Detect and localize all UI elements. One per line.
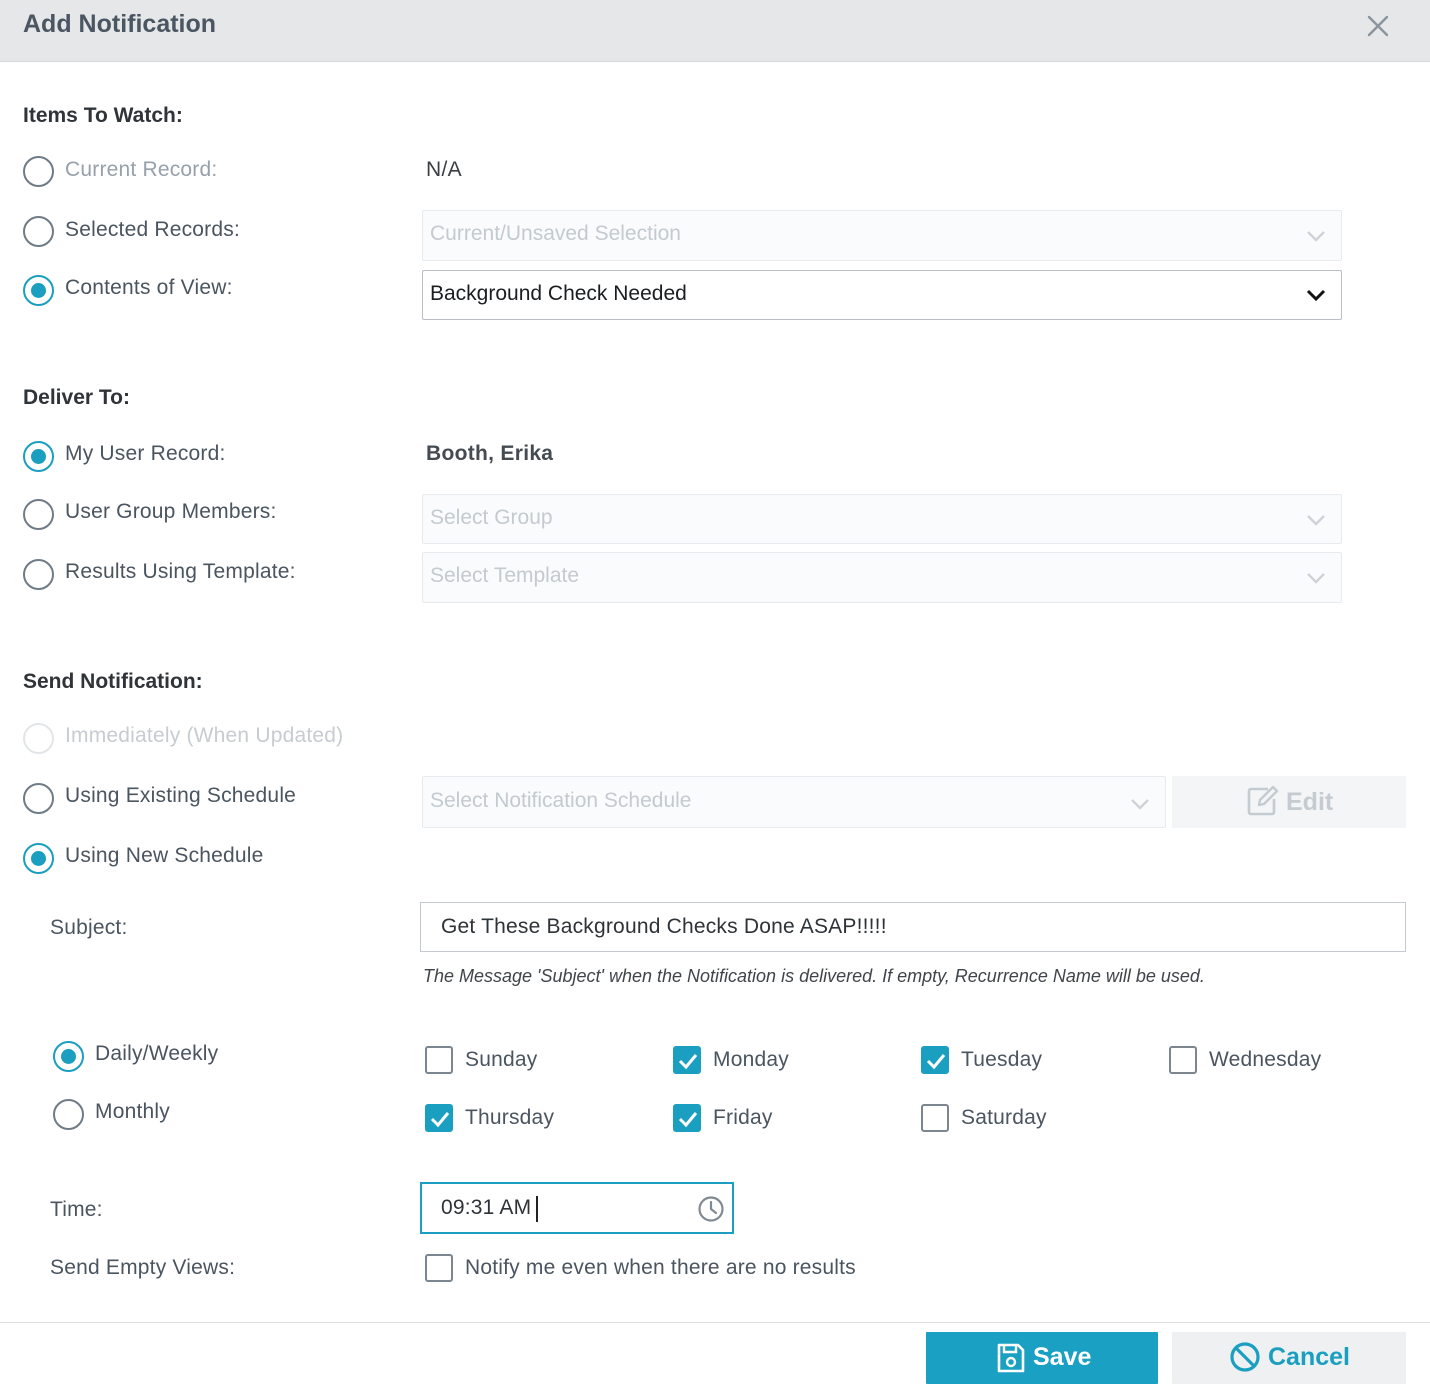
saturday-label: Saturday [961, 1106, 1047, 1129]
checkmark-icon [678, 1112, 698, 1128]
immediately-label: Immediately (When Updated) [65, 724, 344, 747]
selected-records-placeholder: Current/Unsaved Selection [430, 222, 681, 245]
chevron-down-icon [1307, 515, 1325, 526]
notify-empty-label: Notify me even when there are no results [465, 1256, 856, 1279]
template-placeholder: Select Template [430, 564, 580, 587]
notification-schedule-select[interactable]: Select Notification Schedule [422, 776, 1166, 828]
save-button[interactable]: Save [926, 1332, 1158, 1384]
edit-label: Edit [1286, 788, 1334, 816]
chevron-down-icon [1307, 231, 1325, 242]
monday-label: Monday [713, 1048, 789, 1071]
current-record-label: Current Record: [65, 158, 218, 181]
monday-checkbox[interactable] [673, 1046, 701, 1074]
items-to-watch-title: Items To Watch: [23, 104, 183, 127]
subject-input[interactable]: Get These Background Checks Done ASAP!!!… [420, 902, 1406, 952]
contents-of-view-radio[interactable] [23, 275, 54, 306]
selected-records-radio[interactable] [23, 216, 54, 247]
thursday-label: Thursday [465, 1106, 555, 1129]
sunday-checkbox[interactable] [425, 1046, 453, 1074]
my-user-record-radio[interactable] [23, 441, 54, 472]
wednesday-label: Wednesday [1209, 1048, 1322, 1071]
saturday-checkbox[interactable] [921, 1104, 949, 1132]
dialog-header: Add Notification [0, 0, 1430, 62]
send-empty-views-label: Send Empty Views: [50, 1256, 236, 1279]
results-using-template-radio[interactable] [23, 559, 54, 590]
user-group-members-radio[interactable] [23, 499, 54, 530]
my-user-record-label: My User Record: [65, 442, 226, 465]
checkmark-icon [430, 1112, 450, 1128]
chevron-down-icon [1131, 799, 1149, 810]
monthly-radio[interactable] [53, 1099, 84, 1130]
immediately-radio [23, 723, 54, 754]
close-icon[interactable] [1362, 10, 1394, 42]
checkmark-icon [678, 1054, 698, 1070]
contents-of-view-select[interactable]: Background Check Needed [422, 270, 1342, 320]
edit-icon [1247, 785, 1279, 816]
user-group-select[interactable]: Select Group [422, 494, 1342, 544]
contents-of-view-value: Background Check Needed [430, 282, 687, 305]
friday-label: Friday [713, 1106, 773, 1129]
friday-checkbox[interactable] [673, 1104, 701, 1132]
monthly-label: Monthly [95, 1100, 170, 1123]
dialog-title: Add Notification [23, 10, 217, 38]
time-value: 09:31 AM [441, 1196, 532, 1219]
new-schedule-label: Using New Schedule [65, 844, 264, 867]
daily-weekly-label: Daily/Weekly [95, 1042, 219, 1065]
selected-records-select[interactable]: Current/Unsaved Selection [422, 210, 1342, 261]
contents-of-view-label: Contents of View: [65, 276, 233, 299]
time-input[interactable]: 09:31 AM [420, 1182, 734, 1234]
save-label: Save [1033, 1343, 1092, 1371]
send-notification-title: Send Notification: [23, 670, 203, 693]
wednesday-checkbox[interactable] [1169, 1046, 1197, 1074]
cancel-icon [1230, 1342, 1260, 1372]
template-select[interactable]: Select Template [422, 552, 1342, 603]
save-icon [997, 1343, 1025, 1373]
clock-icon[interactable] [697, 1195, 725, 1223]
footer-divider [0, 1322, 1430, 1323]
deliver-to-title: Deliver To: [23, 386, 130, 409]
thursday-checkbox[interactable] [425, 1104, 453, 1132]
cancel-label: Cancel [1268, 1343, 1350, 1371]
existing-schedule-label: Using Existing Schedule [65, 784, 297, 807]
user-group-members-label: User Group Members: [65, 500, 277, 523]
current-record-value: N/A [426, 158, 462, 181]
text-caret [536, 1196, 538, 1222]
current-record-radio[interactable] [23, 156, 54, 187]
time-label: Time: [50, 1198, 103, 1221]
chevron-down-icon [1307, 573, 1325, 584]
chevron-down-icon [1306, 289, 1326, 302]
results-using-template-label: Results Using Template: [65, 560, 296, 583]
user-group-placeholder: Select Group [430, 506, 553, 529]
my-user-record-value: Booth, Erika [426, 442, 554, 465]
subject-hint: The Message 'Subject' when the Notificat… [423, 966, 1205, 986]
new-schedule-radio[interactable] [23, 843, 54, 874]
notify-empty-checkbox[interactable] [425, 1254, 453, 1282]
checkmark-icon [926, 1054, 946, 1070]
notification-schedule-placeholder: Select Notification Schedule [430, 789, 692, 812]
edit-schedule-button[interactable]: Edit [1172, 776, 1406, 828]
existing-schedule-radio[interactable] [23, 783, 54, 814]
daily-weekly-radio[interactable] [53, 1041, 84, 1072]
subject-label: Subject: [50, 916, 128, 939]
tuesday-label: Tuesday [961, 1048, 1043, 1071]
cancel-button[interactable]: Cancel [1172, 1332, 1406, 1384]
tuesday-checkbox[interactable] [921, 1046, 949, 1074]
selected-records-label: Selected Records: [65, 218, 240, 241]
subject-value: Get These Background Checks Done ASAP!!!… [441, 915, 887, 938]
sunday-label: Sunday [465, 1048, 538, 1071]
